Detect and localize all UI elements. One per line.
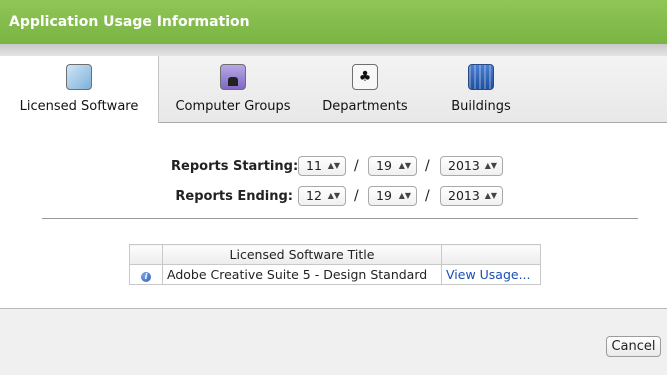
start-year-value: 2013 (448, 158, 480, 173)
stepper-arrows-icon: ▲▼ (484, 161, 497, 170)
tab-label: Buildings (451, 99, 511, 114)
end-year-value: 2013 (448, 188, 480, 203)
tab-label: Licensed Software (19, 99, 139, 114)
footer-bar: Cancel (0, 308, 667, 375)
info-cell[interactable]: i (129, 264, 163, 285)
date-separator: / (354, 158, 359, 174)
tab-departments[interactable]: ♣ Departments (310, 56, 420, 122)
table-header-row: Licensed Software Title (129, 244, 541, 265)
licensed-software-table: Licensed Software Title i Adobe Creative… (129, 244, 541, 285)
stepper-arrows-icon: ▲▼ (327, 191, 340, 200)
title-strip (0, 44, 667, 56)
table-row[interactable]: i Adobe Creative Suite 5 - Design Standa… (129, 264, 541, 285)
reports-ending-row: Reports Ending: 12 ▲▼ / 19 ▲▼ / 2013 ▲▼ (0, 186, 667, 208)
start-month-stepper[interactable]: 11 ▲▼ (298, 156, 346, 176)
stepper-arrows-icon: ▲▼ (484, 191, 497, 200)
departments-icon: ♣ (352, 64, 378, 90)
buildings-icon (468, 64, 494, 90)
end-day-value: 19 (376, 188, 392, 203)
date-separator: / (425, 188, 430, 204)
start-day-value: 19 (376, 158, 392, 173)
software-title-cell: Adobe Creative Suite 5 - Design Standard (162, 264, 442, 285)
cancel-button[interactable]: Cancel (606, 336, 661, 357)
tab-licensed-software[interactable]: Licensed Software (0, 56, 159, 123)
window-title: Application Usage Information (9, 14, 250, 30)
date-separator: / (354, 188, 359, 204)
licensed-software-icon (66, 64, 92, 90)
reports-ending-label: Reports Ending: (175, 189, 293, 204)
title-column-header: Licensed Software Title (162, 244, 442, 265)
tab-computer-groups[interactable]: Computer Groups (170, 56, 296, 122)
view-usage-link[interactable]: View Usage... (441, 264, 541, 285)
info-column-header (129, 244, 163, 265)
stepper-arrows-icon: ▲▼ (327, 161, 340, 170)
computer-groups-icon (220, 64, 246, 90)
reports-starting-label: Reports Starting: (171, 159, 299, 174)
info-icon[interactable]: i (141, 272, 151, 282)
start-year-stepper[interactable]: 2013 ▲▼ (440, 156, 503, 176)
start-day-stepper[interactable]: 19 ▲▼ (368, 156, 417, 176)
date-separator: / (425, 158, 430, 174)
reports-starting-row: Reports Starting: 11 ▲▼ / 19 ▲▼ / 2013 ▲▼ (0, 156, 667, 178)
end-month-value: 12 (306, 188, 322, 203)
end-year-stepper[interactable]: 2013 ▲▼ (440, 186, 503, 206)
end-month-stepper[interactable]: 12 ▲▼ (298, 186, 346, 206)
tab-label: Departments (322, 99, 408, 114)
tab-label: Computer Groups (175, 99, 291, 114)
end-day-stepper[interactable]: 19 ▲▼ (368, 186, 417, 206)
stepper-arrows-icon: ▲▼ (398, 191, 411, 200)
tab-bar: Licensed Software Computer Groups ♣ Depa… (0, 56, 667, 123)
start-month-value: 11 (306, 158, 322, 173)
tab-buildings[interactable]: Buildings (436, 56, 526, 122)
window-title-bar: Application Usage Information (0, 0, 667, 44)
section-divider (42, 218, 638, 219)
stepper-arrows-icon: ▲▼ (398, 161, 411, 170)
action-column-header (441, 244, 541, 265)
